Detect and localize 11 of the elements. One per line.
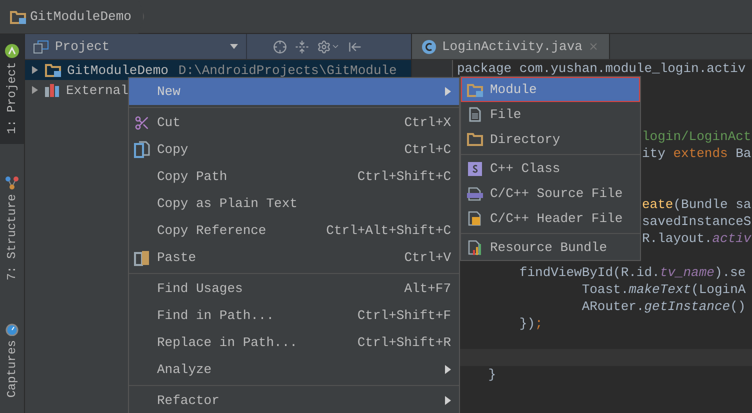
code-line: } <box>487 367 496 382</box>
code-line: ity extends Ba <box>642 146 752 161</box>
code-line: findViewById(R.id.tv_name).se <box>518 265 746 280</box>
code-line: Toast.makeText(LoginA <box>580 282 746 297</box>
code-line: ARouter.getInstance() <box>580 299 746 314</box>
code-line: savedInstanceS <box>642 214 752 229</box>
code-line: package com.yushan.module_login.activ <box>457 61 746 76</box>
code-line: R.layout.activ <box>642 231 752 246</box>
code-line: eate(Bundle sa <box>642 197 752 212</box>
code-line: login/LoginAct <box>642 129 752 144</box>
code-line: }); <box>518 316 543 331</box>
